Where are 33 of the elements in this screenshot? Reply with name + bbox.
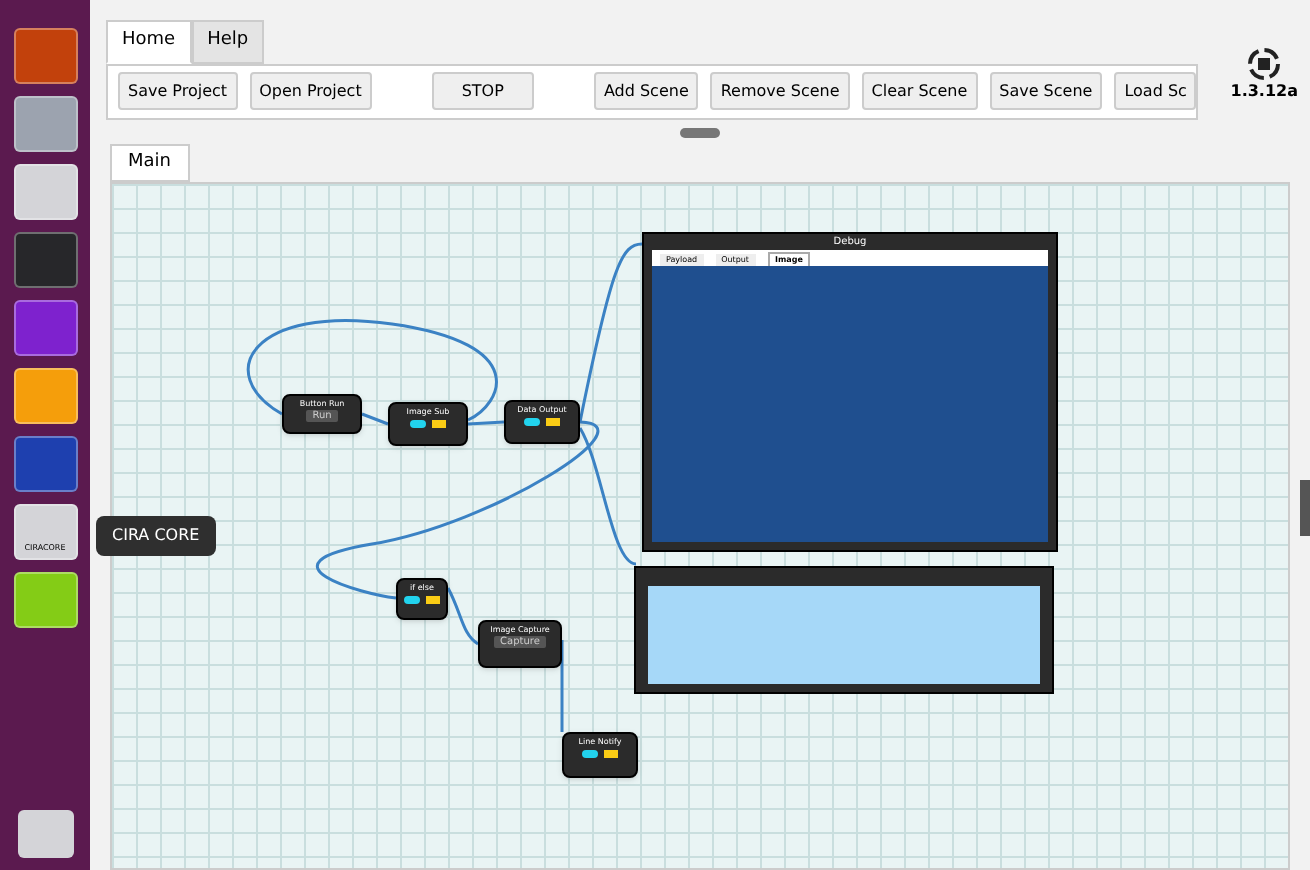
launcher-app-icon[interactable] — [13, 232, 77, 288]
launcher-app-icon[interactable] — [13, 368, 77, 424]
connection-wire — [560, 640, 564, 732]
collapse-handle[interactable] — [680, 127, 720, 137]
toolbar-button[interactable]: Open Project — [249, 72, 372, 110]
toolbar-button[interactable]: Save Project — [118, 72, 238, 110]
menu-tab[interactable]: Help — [191, 20, 265, 63]
launcher-app-icon[interactable] — [13, 572, 77, 628]
tooltip: CIRA CORE — [96, 516, 216, 556]
resize-handle[interactable] — [1300, 480, 1310, 536]
toggle-icon — [524, 418, 540, 426]
version-label: 1.3.12a — [1230, 80, 1298, 104]
tag-icon — [546, 418, 560, 426]
launcher-app-icon[interactable] — [13, 436, 77, 492]
menu-tab[interactable]: Home — [106, 20, 192, 63]
launcher-app-icon[interactable] — [13, 300, 77, 356]
tag-icon — [426, 596, 440, 604]
toolbar-button[interactable]: STOP — [431, 72, 534, 110]
toggle-icon — [582, 750, 598, 758]
launcher-app-icon[interactable] — [13, 28, 77, 84]
toggle-icon — [404, 596, 420, 604]
tag-icon — [432, 420, 446, 428]
launcher-app-icon[interactable] — [13, 164, 77, 220]
toolbar-button[interactable]: Save Scene — [989, 72, 1103, 110]
toolbar-button[interactable]: Load Sc — [1114, 72, 1196, 110]
logo-icon — [1248, 48, 1281, 80]
toolbar-button[interactable]: Clear Scene — [861, 72, 978, 110]
toolbar-button[interactable]: Add Scene — [593, 72, 699, 110]
toggle-icon — [410, 420, 426, 428]
toolbar-button[interactable]: Remove Scene — [710, 72, 850, 110]
tag-icon — [604, 750, 618, 758]
launcher-app-icon[interactable] — [13, 96, 77, 152]
canvas-tab[interactable]: Main — [110, 143, 189, 182]
